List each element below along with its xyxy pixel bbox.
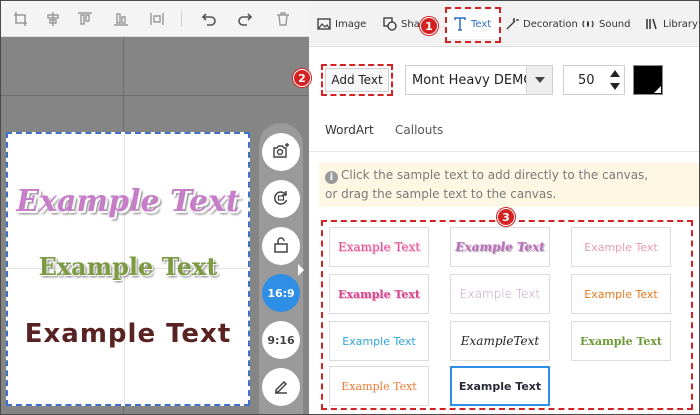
wordart-sample-5[interactable]: Example Text [450,274,550,314]
crop-icon[interactable] [11,9,31,29]
app-window: Example Text Example Text Example Text 1… [0,0,700,415]
image-icon [317,17,331,31]
annotation-badge-3: 3 [497,208,515,226]
wordart-sample-3[interactable]: Example Text [571,227,671,267]
annotation-badge-1: 1 [420,17,438,35]
caret-down-icon[interactable] [526,66,552,94]
wordart-sample-7[interactable]: Example Text [329,321,429,361]
wordart-sample-10[interactable]: Example Text [329,366,429,406]
spinner-arrows-icon[interactable] [610,69,620,95]
canvas-text-pink[interactable]: Example Text [8,184,248,219]
wordart-sample-11[interactable]: Example Text [450,366,550,406]
canvas-text-brown[interactable]: Example Text [8,319,248,349]
edit-button[interactable] [262,368,300,406]
canvas-text-green[interactable]: Example Text [8,252,248,281]
hint-line-2: or drag the sample text to the canvas. [325,187,557,201]
tab-text-label: Text [471,18,492,30]
ratio-9-16-button[interactable]: 9:16 [262,321,300,359]
font-color-swatch[interactable] [633,65,663,95]
tab-library-label: Library [663,18,698,30]
hint-line-1: Click the sample text to add directly to… [341,168,649,182]
library-icon [645,17,659,31]
hint-box: i Click the sample text to add directly t… [319,163,699,207]
wordart-sample-2[interactable]: Example Text [450,227,550,267]
refresh-button[interactable] [262,180,300,218]
add-text-button[interactable]: Add Text [325,68,389,92]
swatch-corner-icon [654,86,661,93]
tab-sound[interactable]: Sound [581,9,631,39]
wordart-sample-9[interactable]: Example Text [571,321,671,361]
tab-decoration-label: Decoration [523,18,578,30]
undo-icon[interactable] [199,9,219,29]
tab-text[interactable]: Text [445,9,499,39]
text-icon [453,17,467,31]
divider [309,151,699,152]
wordart-sample-6[interactable]: Example Text [571,274,671,314]
subtab-wordart[interactable]: WordArt [325,123,374,137]
sound-icon [581,17,595,31]
font-size-input[interactable]: 50 [563,65,625,95]
text-panel: Image Sha Text Decoration Sound Library … [293,1,699,414]
font-select-value: Mont Heavy DEMO [412,73,526,88]
grid-line [1,95,309,96]
align-bottom-icon[interactable] [111,9,131,29]
tab-decoration[interactable]: Decoration [505,9,578,39]
subtab-callouts[interactable]: Callouts [395,123,443,137]
shape-icon [383,17,397,31]
tab-shape-label: Sha [401,18,420,30]
tab-sound-label: Sound [599,18,631,30]
wordart-sample-4[interactable]: Example Text [329,274,429,314]
camera-plus-icon [272,142,290,163]
wordart-sample-8[interactable]: ExampleText [450,321,550,361]
refresh-icon [272,189,290,210]
screenshot-button[interactable] [262,133,300,171]
align-top-icon[interactable] [75,9,95,29]
chevron-right-icon [296,262,306,281]
redo-icon[interactable] [235,9,255,29]
top-toolbar [1,1,309,37]
panel-tabs: Image Sha Text Decoration Sound Library [309,1,699,47]
unlock-icon [272,236,290,257]
tab-image[interactable]: Image [317,9,366,39]
workspace: Example Text Example Text Example Text 1… [1,37,309,414]
tab-library[interactable]: Library [645,9,698,39]
magic-wand-icon [505,17,519,31]
canvas[interactable]: Example Text Example Text Example Text [6,132,250,406]
font-size-value: 50 [578,73,595,88]
delete-icon[interactable] [273,9,293,29]
wordart-sample-1[interactable]: Example Text [329,227,429,267]
distribute-icon[interactable] [147,9,167,29]
align-center-icon[interactable] [43,9,63,29]
annotation-badge-2: 2 [293,69,311,87]
font-select[interactable]: Mont Heavy DEMO [405,65,553,95]
tab-shape[interactable]: Sha [383,9,420,39]
info-icon: i [325,171,338,184]
tab-image-label: Image [335,18,367,30]
toolbar-separator [181,11,182,27]
collapse-panel-button[interactable] [293,255,309,287]
pencil-icon [272,377,290,398]
